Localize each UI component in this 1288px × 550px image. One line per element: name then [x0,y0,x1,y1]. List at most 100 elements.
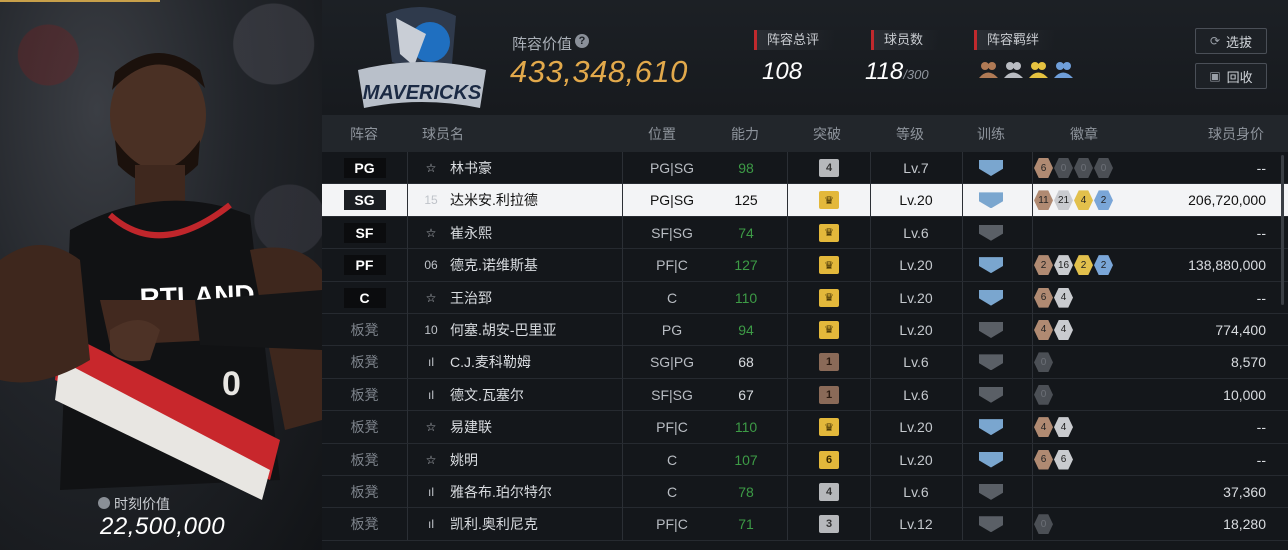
player-name[interactable]: 王治郅 [450,282,650,314]
table-row[interactable]: SF ☆ 崔永熙 SF|SG 74 ♛ Lv.6 -- [322,216,1288,250]
badge-hex-icon[interactable]: 0 [1054,158,1073,178]
col-training[interactable]: 训练 [977,124,1005,144]
col-breakthrough[interactable]: 突破 [813,124,841,144]
badge-hex-icon[interactable]: 2 [1074,255,1093,276]
badge-hex-icon[interactable]: 2 [1034,255,1053,276]
col-player-name[interactable]: 球员名 [422,124,464,144]
badge-hex-icon[interactable]: 0 [1034,514,1053,535]
training-shield-icon[interactable] [979,289,1003,306]
lineup-slot[interactable]: 板凳 [322,346,407,378]
scrollbar[interactable] [1281,155,1284,305]
col-lineup[interactable]: 阵容 [350,124,378,144]
badge-hex-icon[interactable]: 4 [1054,319,1073,340]
col-player-value[interactable]: 球员身价 [1208,124,1264,144]
training-shield-icon[interactable] [979,354,1003,371]
bond-icon[interactable] [978,58,999,80]
col-badges[interactable]: 徽章 [1070,124,1098,144]
training-shield-icon[interactable] [979,224,1003,241]
bond-icon[interactable] [1003,58,1024,80]
table-row[interactable]: 板凳 ☆ 姚明 C 107 6 Lv.20 66 -- [322,443,1288,476]
badge-hex-icon[interactable]: 2 [1094,190,1113,211]
table-row[interactable]: 板凳 ıl 雅各布.珀尔特尔 C 78 4 Lv.6 37,360 [322,475,1288,509]
lineup-slot[interactable]: SG [322,184,407,216]
table-row[interactable]: SG 15 达米安.利拉德 PG|SG 125 ♛ Lv.20 11 21 4 2 2… [322,184,1288,217]
badge-hex-icon[interactable]: 6 [1034,449,1053,470]
breakthrough-icon[interactable]: 1 [819,385,839,404]
breakthrough-icon[interactable]: ♛ [819,223,839,242]
lineup-slot[interactable]: PF [322,249,407,281]
badge-hex-icon[interactable]: 6 [1034,158,1053,178]
col-ability[interactable]: 能力 [731,124,759,144]
lineup-slot[interactable]: 板凳 [322,508,407,540]
breakthrough-icon[interactable]: ♛ [819,320,839,339]
table-row[interactable]: 板凳 ☆ 易建联 PF|C 110 ♛ Lv.20 44 -- [322,411,1288,444]
player-name[interactable]: 达米安.利拉德 [450,184,650,216]
table-row[interactable]: C ☆ 王治郅 C 110 ♛ Lv.20 64 -- [322,281,1288,314]
breakthrough-icon[interactable]: 6 [819,450,839,469]
col-position[interactable]: 位置 [648,124,676,144]
lineup-slot[interactable]: SF [322,217,407,249]
badge-hex-icon[interactable]: 16 [1054,255,1073,276]
lineup-slot[interactable]: 板凳 [322,314,407,346]
lineup-slot[interactable]: C [322,282,407,314]
badge-hex-icon[interactable]: 4 [1034,417,1053,438]
training-shield-icon[interactable] [979,321,1003,338]
breakthrough-icon[interactable]: ♛ [819,288,839,307]
player-portrait-card[interactable]: RTLAND 0 时刻价值 22,500,000 [0,0,322,550]
recycle-button[interactable]: ▣ 回收 [1195,63,1267,89]
badge-hex-icon[interactable]: 4 [1034,319,1053,340]
badge-hex-icon[interactable]: 0 [1074,158,1093,178]
training-shield-icon[interactable] [979,257,1003,274]
player-name[interactable]: 易建联 [450,411,650,443]
lineup-slot[interactable]: 板凳 [322,411,407,443]
training-shield-icon[interactable] [979,386,1003,403]
player-name[interactable]: 凯利.奥利尼克 [450,508,650,540]
badge-hex-icon[interactable]: 11 [1034,190,1053,211]
breakthrough-icon[interactable]: ♛ [819,256,839,275]
training-shield-icon[interactable] [979,451,1003,468]
player-name[interactable]: 崔永熙 [450,217,650,249]
player-name[interactable]: 姚明 [450,444,650,476]
training-shield-icon[interactable] [979,516,1003,533]
bond-icon[interactable] [1053,58,1074,80]
badge-hex-icon[interactable]: 2 [1094,255,1113,276]
breakthrough-icon[interactable]: 4 [819,159,839,177]
table-row[interactable]: PF 06 德克.诺维斯基 PF|C 127 ♛ Lv.20 2 16 2 2 138… [322,249,1288,282]
lineup-slot[interactable]: PG [322,152,407,184]
col-level[interactable]: 等级 [896,124,924,144]
training-shield-icon[interactable] [979,483,1003,500]
player-name[interactable]: 林书豪 [450,152,650,184]
player-name[interactable]: 德文.瓦塞尔 [450,379,650,411]
help-icon[interactable]: ? [575,34,589,48]
training-shield-icon[interactable] [979,160,1003,176]
breakthrough-icon[interactable]: 4 [819,482,839,501]
select-button[interactable]: ⟳ 选拔 [1195,28,1267,54]
training-shield-icon[interactable] [979,192,1003,209]
breakthrough-icon[interactable]: 3 [819,515,839,534]
badge-hex-icon[interactable]: 4 [1074,190,1093,211]
breakthrough-icon[interactable]: 1 [819,353,839,372]
table-row[interactable]: 板凳 10 何塞.胡安-巴里亚 PG 94 ♛ Lv.20 44 774,400 [322,313,1288,347]
badge-hex-icon[interactable]: 6 [1034,287,1053,308]
table-row[interactable]: 板凳 ıl 德文.瓦塞尔 SF|SG 67 1 Lv.6 0 10,000 [322,378,1288,412]
player-name[interactable]: C.J.麦科勒姆 [450,346,650,378]
bond-icon[interactable] [1028,58,1049,80]
badge-hex-icon[interactable]: 0 [1034,352,1053,373]
lineup-slot[interactable]: 板凳 [322,444,407,476]
breakthrough-icon[interactable]: ♛ [819,191,839,210]
breakthrough-icon[interactable]: ♛ [819,418,839,437]
badge-hex-icon[interactable]: 21 [1054,190,1073,211]
lineup-slot[interactable]: 板凳 [322,476,407,508]
player-name[interactable]: 何塞.胡安-巴里亚 [450,314,650,346]
player-name[interactable]: 德克.诺维斯基 [450,249,650,281]
badge-hex-icon[interactable]: 0 [1034,384,1053,405]
badge-hex-icon[interactable]: 0 [1094,158,1113,178]
badge-hex-icon[interactable]: 4 [1054,417,1073,438]
lineup-slot[interactable]: 板凳 [322,379,407,411]
player-name[interactable]: 雅各布.珀尔特尔 [450,476,650,508]
table-row[interactable]: PG ☆ 林书豪 PG|SG 98 4 Lv.7 6000 -- [322,152,1288,185]
badge-hex-icon[interactable]: 6 [1054,449,1073,470]
table-row[interactable]: 板凳 ıl 凯利.奥利尼克 PF|C 71 3 Lv.12 0 18,280 [322,508,1288,541]
training-shield-icon[interactable] [979,419,1003,436]
badge-hex-icon[interactable]: 4 [1054,287,1073,308]
